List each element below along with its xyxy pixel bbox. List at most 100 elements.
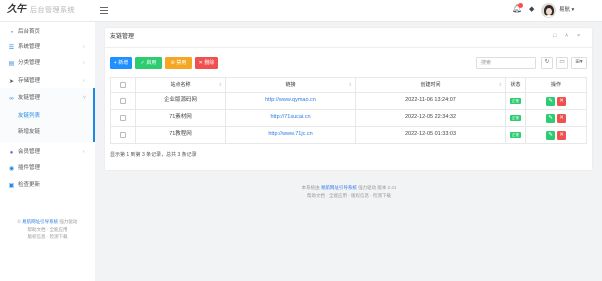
chevron-left-icon: ‹ — [83, 78, 85, 84]
column-header-created[interactable]: 创建时间 ⇕ — [355, 77, 506, 93]
content-panel: 友链管理 □ ˄ × +新增 ✓启用 ⊘禁用 ✕删除 ↻ ▭ ⊞▾ 站点名称⇕ … — [105, 28, 592, 170]
sidebar-item-plugins[interactable]: ◉ 插件管理 — [0, 162, 95, 176]
logo[interactable]: 久午 — [7, 5, 26, 15]
sidebar-item-label: 友链管理 — [18, 95, 41, 101]
skin-icon[interactable]: ◆ — [529, 6, 534, 13]
sort-icon: ⇕ — [218, 82, 222, 87]
site-url-link[interactable]: http://71sucai.cn — [270, 114, 310, 121]
table-row[interactable]: 71素材网 http://71sucai.cn 2022-12-05 22:34… — [110, 109, 587, 127]
chevron-down-icon: ▾ — [571, 7, 575, 13]
disable-button[interactable]: ⊘ 禁用 — [165, 57, 192, 69]
table-header-row: 站点名称 ⇕ 链接 ⇕ 创建时间 ⇕ 状态 操作 — [110, 77, 587, 93]
site-url-link[interactable]: http://www.qymao.cn — [265, 97, 316, 104]
chevron-left-icon: ‹ — [83, 149, 85, 155]
column-header-name[interactable]: 站点名称 ⇕ — [135, 77, 226, 93]
app-title: 后台管理系统 — [30, 7, 75, 14]
sidebar-item-members[interactable]: ● 会员管理 ‹ — [0, 146, 95, 160]
site-url-link[interactable]: http://www.71jc.cn — [268, 131, 312, 138]
footer-links[interactable]: 帮助文档 · 全能应用 · 版权信息 · 检测下载 — [96, 193, 602, 202]
collapse-icon[interactable]: ˄ — [565, 33, 568, 40]
site-url-cell: http://71sucai.cn — [225, 109, 356, 127]
site-name: 企业版源码网 — [135, 92, 226, 110]
table-row[interactable]: 71教程网 http://www.71jc.cn 2022-12-05 01:3… — [110, 126, 587, 144]
notification-badge — [518, 3, 523, 8]
columns-icon: ▭ — [559, 59, 565, 66]
sidebar-item-storage[interactable]: ➤ 存储管理 ‹ — [0, 75, 95, 89]
refresh-button[interactable]: ↻ — [541, 57, 553, 69]
refresh-icon: ↻ — [544, 59, 550, 66]
powered-text: 强力驱动 — [59, 219, 78, 224]
enable-button[interactable]: ✓ 启用 — [135, 57, 162, 69]
send-icon: ➤ — [8, 79, 15, 85]
footer-suffix: 强力驱动 版本 2.41 — [358, 185, 397, 190]
site-url-cell: http://www.71jc.cn — [225, 126, 356, 144]
footer-prefix: 本系统由 — [301, 185, 320, 190]
plugin-icon: ◉ — [8, 166, 15, 172]
sidebar-item-update[interactable]: ▣ 检查更新 — [0, 179, 95, 193]
sidebar-item-links[interactable]: ∞ 友链管理 ˅ — [0, 92, 95, 106]
column-header-url[interactable]: 链接 ⇕ — [225, 77, 356, 93]
status-badge[interactable]: 正常 — [510, 131, 521, 138]
sidebar-footer: © 易航网址引导系统 强力驱动 帮助文档 · 全能应用 版权信息 · 检测下载 — [0, 219, 95, 243]
user-name: 易航 — [559, 7, 571, 13]
sidebar-item-label: 后台首页 — [18, 29, 41, 35]
delete-button-label: 删除 — [204, 59, 215, 66]
edit-button[interactable]: ✎ — [546, 130, 555, 140]
ban-icon: ⊘ — [170, 59, 175, 66]
sidebar-item-system[interactable]: ☰ 系统管理 ‹ — [0, 41, 95, 55]
sidebar-item-label: 检查更新 — [18, 182, 41, 188]
row-delete-button[interactable]: ✕ — [557, 130, 566, 140]
status-badge[interactable]: 正常 — [510, 97, 521, 104]
actions-cell: ✎ ✕ — [525, 92, 587, 110]
brand-link[interactable]: 易航网址引导系统 — [22, 219, 58, 224]
sidebar-item-dashboard[interactable]: ◔ 后台首页 — [0, 26, 95, 40]
row-checkbox[interactable] — [120, 114, 126, 121]
sidebar-subitem-add-link[interactable]: 新增友链 — [0, 126, 95, 140]
sidebar-footer-links-2[interactable]: 版权信息 · 检测下载 — [0, 234, 95, 243]
row-select-cell — [110, 126, 136, 144]
column-header-status[interactable]: 状态 — [505, 77, 526, 93]
created-time: 2022-11-06 13:24:07 — [355, 92, 506, 110]
sidebar-item-label: 存储管理 — [18, 78, 41, 84]
users-icon: ● — [9, 150, 14, 156]
avatar[interactable] — [541, 3, 556, 18]
chevron-down-icon: ˅ — [83, 95, 86, 101]
created-time: 2022-12-05 01:33:03 — [355, 126, 506, 144]
sort-icon: ⇕ — [498, 82, 502, 87]
user-menu[interactable]: 易航 ▾ — [559, 7, 575, 14]
delete-button[interactable]: ✕ 删除 — [195, 57, 218, 69]
chevron-left-icon: ‹ — [83, 60, 85, 66]
list-icon: ▤ — [8, 61, 15, 67]
column-header-label: 状态 — [510, 81, 521, 88]
close-icon[interactable]: × — [577, 33, 580, 40]
footer-brand-link[interactable]: 易航网址引导系统 — [321, 185, 357, 190]
select-all-checkbox[interactable] — [120, 81, 126, 88]
row-select-cell — [110, 109, 136, 127]
site-url-cell: http://www.qymao.cn — [225, 92, 356, 110]
row-delete-button[interactable]: ✕ — [557, 113, 566, 123]
add-button-label: 新增 — [118, 59, 129, 66]
edit-button[interactable]: ✎ — [546, 113, 555, 123]
page-footer: 本系统由 易航网址引导系统 强力驱动 版本 2.41 帮助文档 · 全能应用 ·… — [96, 185, 602, 202]
sidebar-item-category[interactable]: ▤ 分类管理 ‹ — [0, 57, 95, 71]
export-icon: ⊞▾ — [575, 59, 583, 66]
export-button[interactable]: ⊞▾ — [571, 57, 587, 69]
column-header-actions: 操作 — [525, 77, 587, 93]
row-checkbox[interactable] — [120, 131, 126, 138]
hamburger-icon[interactable] — [100, 7, 108, 14]
maximize-icon[interactable]: □ — [553, 33, 556, 40]
status-badge[interactable]: 正常 — [510, 114, 521, 121]
row-checkbox[interactable] — [120, 97, 126, 104]
table-row[interactable]: 企业版源码网 http://www.qymao.cn 2022-11-06 13… — [110, 92, 587, 110]
sidebar-subitem-label: 新增友链 — [18, 129, 41, 135]
search-input[interactable] — [476, 57, 536, 69]
divider — [105, 47, 592, 48]
columns-button[interactable]: ▭ — [556, 57, 568, 69]
add-button[interactable]: + 新增 — [110, 57, 132, 69]
site-name: 71素材网 — [135, 109, 226, 127]
edit-button[interactable]: ✎ — [546, 96, 555, 106]
row-delete-button[interactable]: ✕ — [557, 96, 566, 106]
sidebar-subitem-link-list[interactable]: 友链列表 — [0, 110, 95, 124]
sidebar-item-label: 系统管理 — [18, 44, 41, 50]
select-all-cell — [110, 77, 136, 93]
